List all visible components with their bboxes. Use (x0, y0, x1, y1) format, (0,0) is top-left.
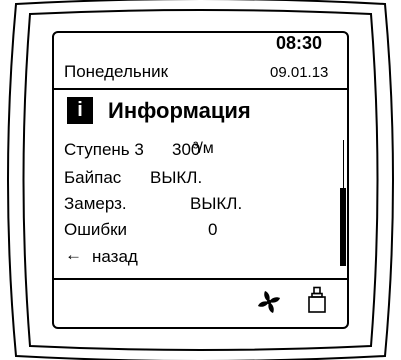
filter-icon[interactable] (307, 286, 327, 314)
row-label: Ошибки (64, 220, 128, 239)
row-label: Ступень 3 (64, 140, 144, 159)
row-label: Замерз. (64, 194, 127, 213)
info-icon: i (67, 97, 93, 124)
divider (54, 88, 347, 90)
arrow-left-icon[interactable]: ← (65, 245, 82, 265)
divider (54, 278, 347, 280)
row-value: ВЫКЛ. (190, 194, 243, 213)
row-value: 0 (208, 220, 218, 239)
row-unit: ³/м (193, 140, 214, 157)
section-title: Информация (108, 98, 251, 123)
row-label: Байпас (64, 168, 122, 187)
clock-time: 08:30 (276, 33, 323, 53)
row-value: ВЫКЛ. (150, 168, 203, 187)
scrollbar-thumb[interactable] (340, 188, 346, 266)
back-button[interactable]: назад (92, 247, 138, 267)
weekday: Понедельник (64, 62, 169, 81)
fan-icon[interactable] (255, 288, 283, 316)
date: 09.01.13 (270, 64, 329, 81)
